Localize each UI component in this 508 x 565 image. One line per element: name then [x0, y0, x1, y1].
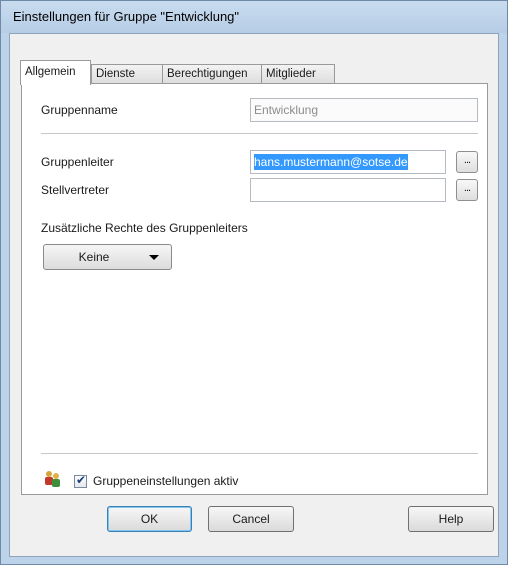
tab-mitglieder[interactable]: Mitglieder [261, 64, 335, 84]
tab-dienste[interactable]: Dienste [91, 64, 163, 84]
extra-rights-value: Keine [78, 250, 110, 264]
ok-button[interactable]: OK [107, 506, 192, 532]
group-leader-field[interactable]: hans.mustermann@sotse.de [250, 150, 446, 174]
window-title: Einstellungen für Gruppe "Entwicklung" [13, 9, 240, 24]
extra-rights-label: Zusätzliche Rechte des Gruppenleiters [41, 221, 248, 235]
divider-bottom [41, 453, 478, 454]
browse-deputy-button[interactable]: ... [456, 179, 478, 201]
title-bar[interactable]: Einstellungen für Gruppe "Entwicklung" [1, 1, 507, 33]
browse-leader-button[interactable]: ... [456, 151, 478, 173]
deputy-field[interactable] [250, 178, 446, 202]
group-leader-value: hans.mustermann@sotse.de [254, 154, 408, 170]
tab-berechtigungen[interactable]: Berechtigungen [162, 64, 262, 84]
group-active-checkbox[interactable]: ✔ [74, 473, 87, 488]
help-button[interactable]: Help [408, 506, 494, 532]
group-leader-label: Gruppenleiter [41, 155, 114, 169]
checkmark-icon: ✔ [76, 473, 87, 487]
tab-allgemein[interactable]: Allgemein [20, 60, 91, 85]
dialog-window: Einstellungen für Gruppe "Entwicklung" A… [0, 0, 508, 565]
group-name-field: Entwicklung [250, 98, 478, 122]
group-active-label[interactable]: Gruppeneinstellungen aktiv [93, 474, 238, 488]
dialog-client-area: Allgemein Dienste Berechtigungen Mitglie… [9, 33, 499, 557]
cancel-button[interactable]: Cancel [208, 506, 294, 532]
chevron-down-icon [149, 255, 159, 260]
deputy-label: Stellvertreter [41, 183, 110, 197]
extra-rights-dropdown[interactable]: Keine [43, 244, 172, 270]
tab-panel-allgemein: Gruppenname Entwicklung Gruppenleiter ha… [21, 83, 488, 495]
group-name-label: Gruppenname [41, 103, 118, 117]
divider [41, 133, 478, 134]
group-users-icon [45, 471, 60, 487]
